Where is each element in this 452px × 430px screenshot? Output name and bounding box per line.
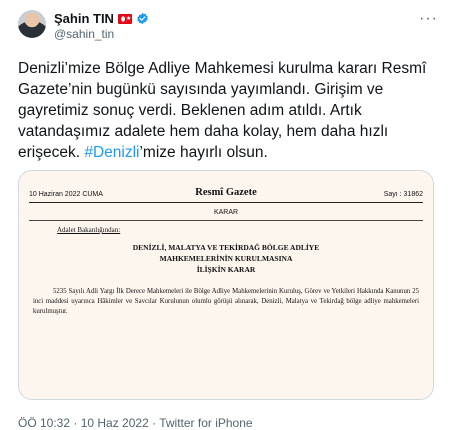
gazette-page: 10 Haziran 2022 CUMA Resmî Gazete Sayı :… [29, 187, 423, 399]
gazette-masthead: 10 Haziran 2022 CUMA Resmî Gazete Sayı :… [29, 187, 423, 201]
gazette-section: KARAR [213, 209, 239, 216]
author-name-row: Şahin TIN [54, 11, 149, 26]
gazette-heading: DENİZLİ, MALATYA VE TEKİRDAĞ BÖLGE ADLİY… [29, 242, 423, 275]
display-name[interactable]: Şahin TIN [54, 11, 114, 26]
more-options-icon[interactable]: ··· [419, 11, 438, 27]
tweet-media-image[interactable]: 10 Haziran 2022 CUMA Resmî Gazete Sayı :… [18, 170, 434, 400]
gazette-body: 5235 Sayılı Adli Yargı İlk Derece Mahkem… [33, 288, 419, 315]
tweet-text-end: ’mize hayırlı olsun. [139, 144, 268, 161]
gazette-divider [29, 202, 423, 203]
gazette-heading-line: İLİŞKİN KARAR [196, 265, 256, 274]
hashtag-link[interactable]: #Denizli [84, 144, 139, 161]
gazette-heading-line: DENİZLİ, MALATYA VE TEKİRDAĞ BÖLGE ADLİY… [132, 243, 320, 252]
avatar[interactable] [18, 10, 46, 38]
tweet-text: Denizli’mize Bölge Adliye Mahkemesi kuru… [18, 58, 438, 163]
author-handle[interactable]: @sahin_tin [54, 27, 114, 41]
turkey-flag-icon [117, 13, 132, 25]
verified-badge-icon [137, 12, 148, 25]
gazette-heading-line: MAHKEMELERİNİN KURULMASINA [159, 254, 293, 263]
gazette-title: Resmî Gazete [195, 187, 257, 198]
tweet-timestamp[interactable]: ÖÖ 10:32 · 10 Haz 2022 · Twitter for iPh… [18, 416, 253, 430]
tweet-header: Şahin TIN @sahin_tin ··· [18, 10, 440, 42]
gazette-issue: Sayı : 31862 [383, 191, 423, 198]
gazette-divider-thin [29, 220, 423, 221]
gazette-ministry: Adalet Bakanlığından: [57, 226, 121, 234]
